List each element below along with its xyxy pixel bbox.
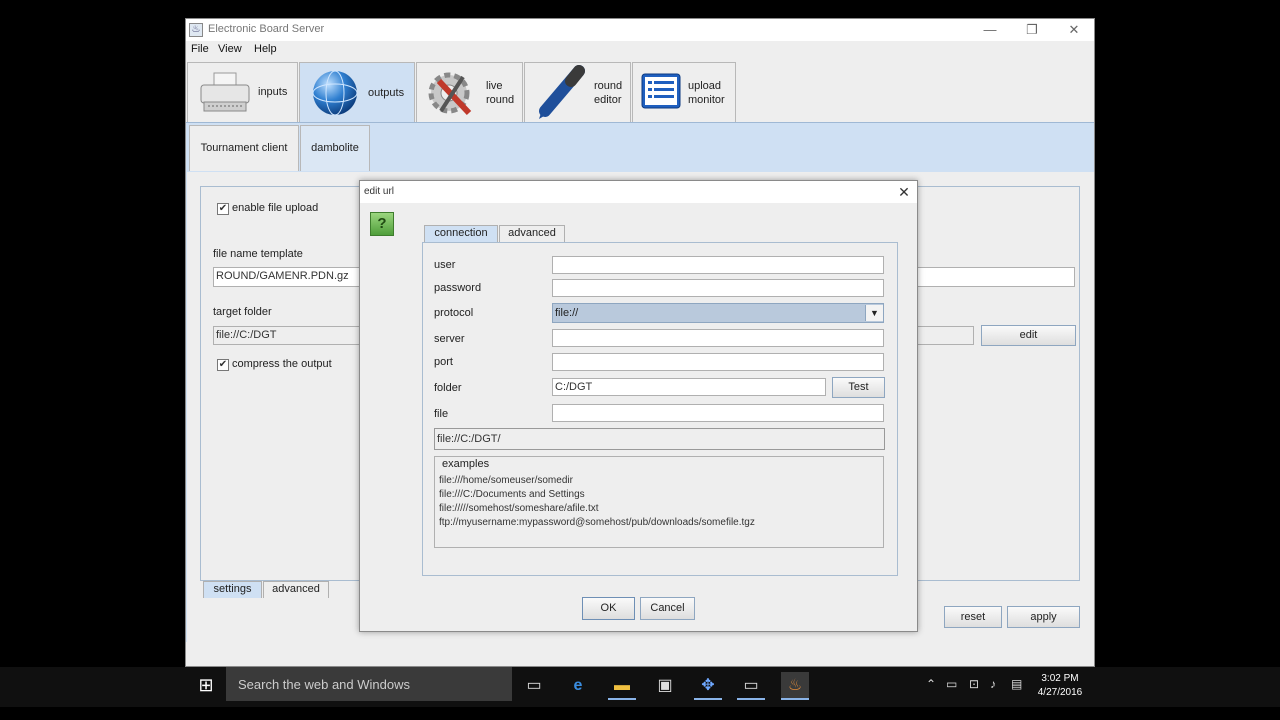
enable-upload-label: enable file upload (232, 202, 319, 214)
port-input[interactable] (552, 353, 884, 371)
dialog-titlebar[interactable]: edit url ✕ (360, 181, 917, 203)
tab-connection[interactable]: connection (424, 225, 498, 242)
protocol-label: protocol (434, 307, 474, 319)
java-app-icon[interactable]: ♨ (781, 672, 809, 700)
user-input[interactable] (552, 256, 884, 274)
tab-inputs-label: inputs (258, 86, 288, 98)
server-input[interactable] (552, 329, 884, 347)
menu-file[interactable]: File (191, 43, 209, 55)
ok-button[interactable]: OK (582, 597, 635, 620)
password-input[interactable] (552, 279, 884, 297)
marker-icon (533, 65, 587, 121)
menu-help[interactable]: Help (254, 43, 277, 55)
tab-settings[interactable]: settings (203, 581, 262, 598)
test-button[interactable]: Test (832, 377, 885, 398)
tab-dialog-advanced[interactable]: advanced (499, 225, 565, 242)
example-line: file:///C:/Documents and Settings (439, 489, 585, 500)
file-name-template-label: file name template (213, 248, 303, 260)
folder-input[interactable]: C:/DGT (552, 378, 826, 396)
examples-title: examples (440, 458, 492, 470)
windows-start-icon[interactable]: ⊞ (192, 667, 220, 703)
tab-round-editor-label-2: editor (594, 94, 622, 106)
server-label: server (434, 333, 465, 345)
enable-upload-checkbox[interactable]: ✔ (217, 203, 229, 215)
clock-date: 4/27/2016 (1037, 687, 1083, 698)
tab-live-round[interactable]: live round (416, 62, 523, 122)
menu-view[interactable]: View (218, 43, 242, 55)
task-view-icon[interactable]: ▭ (520, 672, 548, 700)
window-titlebar[interactable]: ♨ Electronic Board Server — ❐ ✕ (186, 19, 1094, 41)
restore-button[interactable]: ❐ (1012, 21, 1052, 39)
tab-tournament-client[interactable]: Tournament client (189, 125, 299, 171)
tab-round-editor[interactable]: round editor (524, 62, 631, 122)
notifications-icon[interactable]: ▤ (1011, 677, 1022, 691)
tab-upload-monitor-label-1: upload (688, 80, 722, 92)
java-app-icon: ♨ (189, 23, 203, 37)
command-prompt-icon[interactable]: ▭ (737, 672, 765, 700)
url-preview: file://C:/DGT/ (434, 428, 885, 450)
desktop: ♨ Electronic Board Server — ❐ ✕ File Vie… (0, 0, 1280, 720)
tab-advanced[interactable]: advanced (263, 581, 329, 598)
protocol-value: file:// (555, 307, 579, 319)
apply-button[interactable]: apply (1007, 606, 1080, 628)
status-bar (186, 644, 1094, 666)
tab-dambolite[interactable]: dambolite (300, 125, 370, 171)
compress-output-label: compress the output (232, 358, 332, 370)
tab-live-round-label-1: live (486, 80, 503, 92)
edit-url-dialog: edit url ✕ ? connection advanced user pa… (359, 180, 918, 632)
volume-icon[interactable]: ♪ (990, 677, 996, 691)
edge-browser-icon[interactable]: e (564, 672, 592, 700)
target-folder-label: target folder (213, 306, 272, 318)
example-line: ftp://myusername:mypassword@somehost/pub… (439, 517, 755, 528)
globe-icon (310, 68, 360, 118)
user-label: user (434, 259, 456, 271)
chevron-down-icon[interactable]: ▼ (865, 305, 883, 321)
example-line: file://///somehost/someshare/afile.txt (439, 503, 599, 514)
tab-outputs[interactable]: outputs (299, 62, 415, 123)
tab-outputs-label: outputs (368, 87, 405, 99)
file-explorer-icon[interactable]: ▬ (608, 672, 636, 700)
network-icon[interactable]: ⊡ (969, 677, 979, 691)
app-dots-icon[interactable]: ✥ (694, 672, 722, 700)
taskbar: ⊞ Search the web and Windows ▭ e ▬ ▣ ✥ ▭… (0, 667, 1280, 707)
file-label: file (434, 408, 449, 420)
cancel-button[interactable]: Cancel (640, 597, 695, 620)
tab-upload-monitor-label-2: monitor (688, 94, 725, 106)
file-input[interactable] (552, 404, 884, 422)
dialog-title: edit url (364, 186, 395, 197)
protocol-select[interactable]: file:// ▼ (552, 303, 884, 323)
menu-bar: File View Help (186, 41, 1094, 59)
show-hidden-icons-chevron-up-icon[interactable]: ⌃ (926, 677, 936, 691)
examples-box (434, 456, 884, 548)
list-monitor-icon (641, 73, 681, 109)
minimize-button[interactable]: — (970, 21, 1010, 39)
reset-button[interactable]: reset (944, 606, 1002, 628)
battery-icon[interactable]: ▭ (946, 677, 957, 691)
clock-time: 3:02 PM (1041, 673, 1079, 684)
window-title: Electronic Board Server (208, 23, 325, 35)
dialog-close-button[interactable]: ✕ (891, 182, 917, 202)
folder-label: folder (434, 382, 462, 394)
tab-live-round-label-2: round (486, 94, 515, 106)
tab-upload-monitor[interactable]: upload monitor (632, 62, 736, 122)
tools-icon (423, 67, 479, 121)
example-line: file:///home/someuser/somedir (439, 475, 573, 486)
edit-button[interactable]: edit (981, 325, 1076, 346)
help-icon[interactable]: ? (370, 212, 394, 236)
close-button[interactable]: ✕ (1054, 21, 1094, 39)
compress-output-checkbox[interactable]: ✔ (217, 359, 229, 371)
tab-inputs[interactable]: inputs (187, 62, 298, 122)
port-label: port (434, 356, 453, 368)
taskbar-search-input[interactable]: Search the web and Windows (226, 667, 512, 701)
taskbar-clock[interactable]: 3:02 PM 4/27/2016 (1032, 672, 1088, 700)
tab-round-editor-label-1: round (594, 80, 623, 92)
store-icon[interactable]: ▣ (651, 672, 679, 700)
password-label: password (434, 282, 482, 294)
printer-icon (198, 71, 252, 115)
